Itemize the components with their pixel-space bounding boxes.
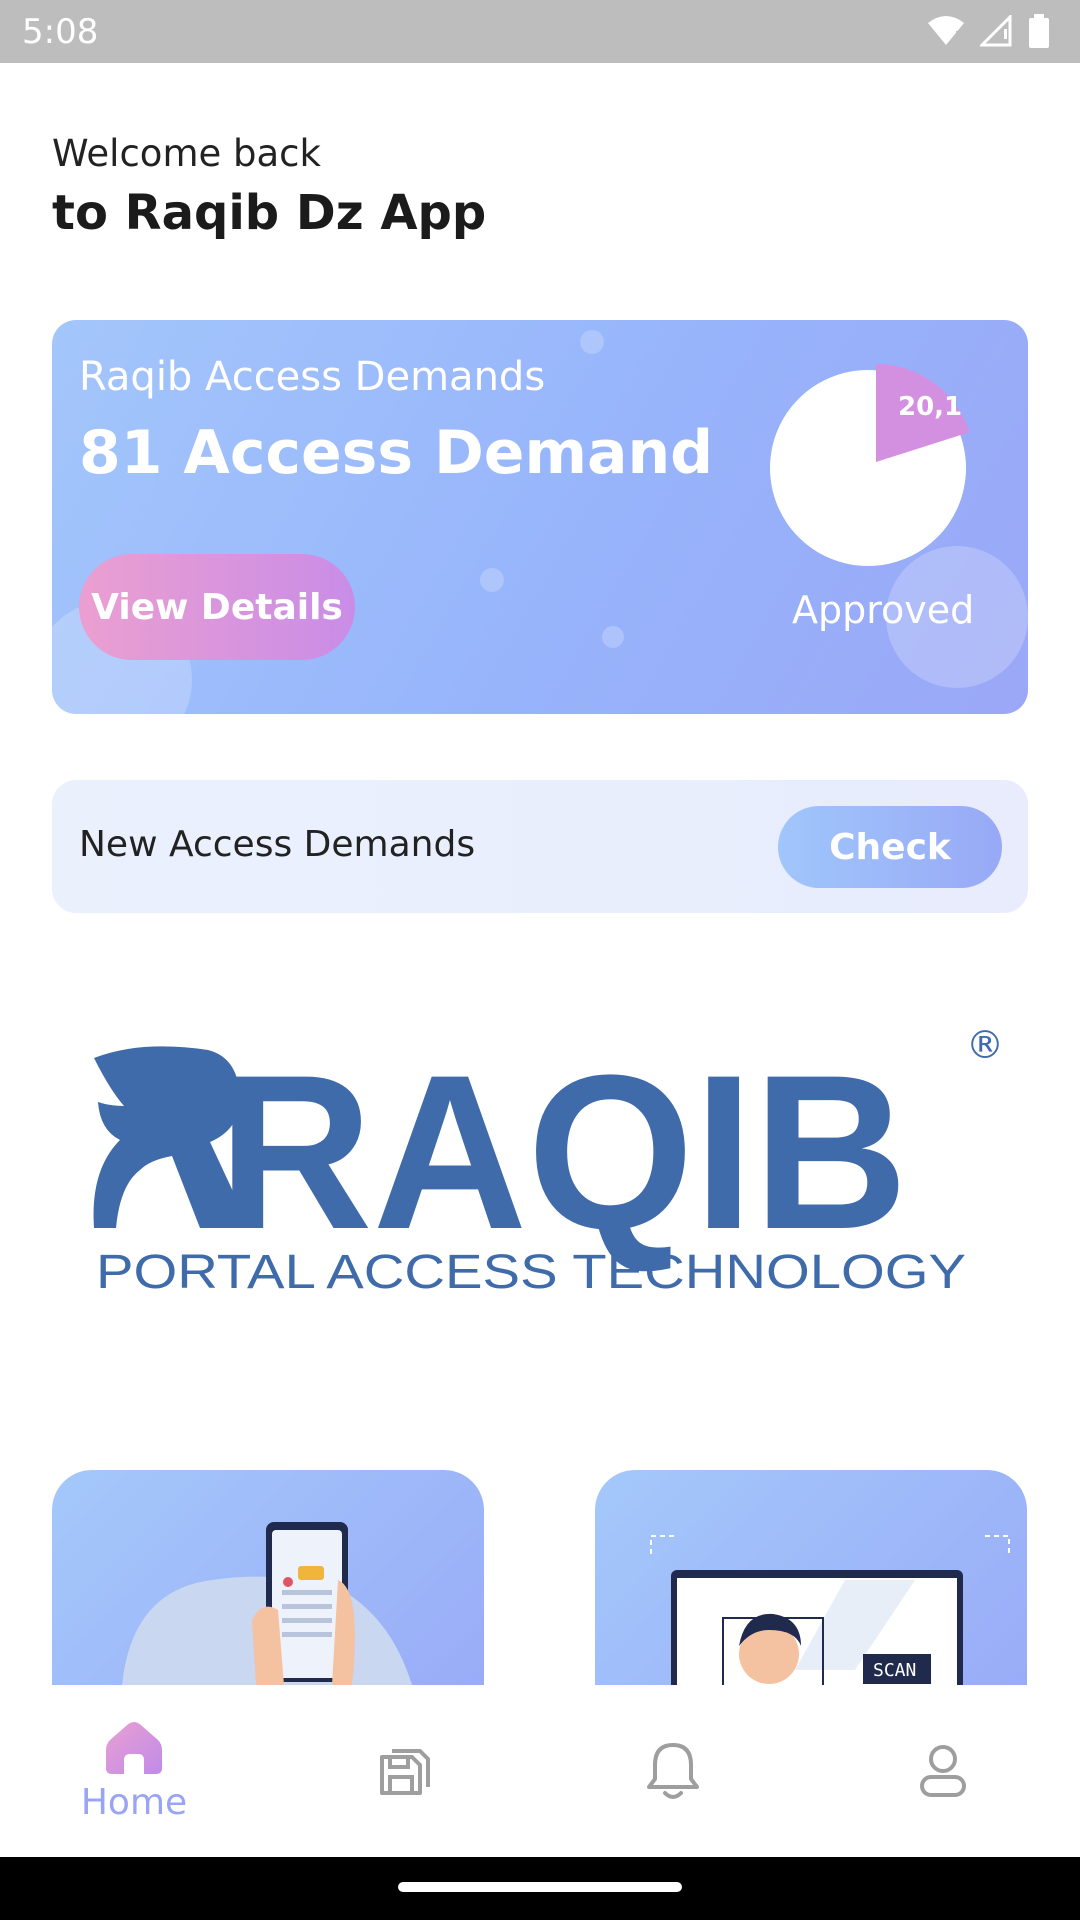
approved-pie-chart (770, 364, 970, 566)
logo-tagline: PORTAL ACCESS TECHNOLOGY (96, 1246, 966, 1299)
welcome-text: Welcome back (52, 132, 321, 175)
access-demands-card: Raqib Access Demands 81 Access Demand Vi… (52, 320, 1028, 714)
face-scan-illustration: SCAN (650, 1535, 1010, 1685)
raqib-logo: RAQIB ® PORTAL ACCESS TECHNOLOGY (93, 1023, 1004, 1299)
nav-item-save[interactable] (314, 1685, 494, 1857)
nav-item-notifications[interactable] (583, 1685, 763, 1857)
scan-tag-text: SCAN (873, 1660, 916, 1681)
decor-bubble (602, 626, 624, 648)
bell-icon (647, 1743, 699, 1799)
decor-bubble (580, 330, 604, 354)
signal-icon (980, 15, 1012, 47)
nav-item-home[interactable]: Home (44, 1685, 224, 1857)
user-icon (920, 1745, 966, 1797)
tile-face-scan[interactable]: SCAN (595, 1470, 1027, 1685)
status-bar: 5:08 (0, 0, 1080, 63)
gesture-navigation-bar (0, 1857, 1080, 1920)
approved-label: Approved (792, 588, 975, 632)
home-icon (106, 1721, 162, 1774)
home-gesture-handle[interactable] (398, 1882, 682, 1892)
view-details-button[interactable]: View Details (79, 554, 355, 660)
nav-item-profile[interactable] (853, 1685, 1033, 1857)
pie-value-label: 20,1 (898, 392, 963, 422)
status-time: 5:08 (22, 12, 99, 52)
logo-brand-text: RAQIB (218, 1029, 908, 1275)
bottom-navigation: Home (0, 1685, 1080, 1857)
card-subtitle: Raqib Access Demands (79, 354, 546, 400)
nav-label-home: Home (80, 1781, 188, 1823)
status-icons (926, 14, 1050, 48)
new-access-demands-card: New Access Demands Check (52, 780, 1028, 913)
wifi-icon (928, 16, 964, 45)
tile-mobile-access[interactable] (52, 1470, 484, 1685)
phone-illustration (122, 1522, 412, 1685)
new-demands-label: New Access Demands (79, 824, 476, 865)
battery-icon (1029, 14, 1049, 48)
app-title: to Raqib Dz App (52, 185, 487, 241)
check-button[interactable]: Check (778, 806, 1002, 888)
greeting: Welcome back to Raqib Dz App (52, 132, 486, 241)
logo-registered-mark: ® (966, 1023, 1004, 1067)
save-icon (380, 1749, 430, 1795)
card-title: 81 Access Demand (79, 418, 714, 488)
decor-bubble (480, 568, 504, 592)
